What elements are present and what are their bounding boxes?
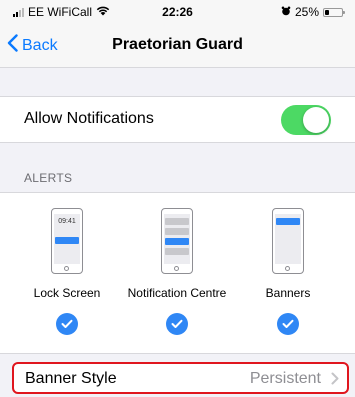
preview-notification (276, 218, 300, 225)
banner-style-value: Persistent (249, 370, 321, 387)
alert-option-lock-screen[interactable]: 09:41 Lock Screen (12, 208, 122, 335)
home-button-icon (174, 266, 179, 271)
allow-notifications-row: Allow Notifications (0, 96, 355, 143)
alert-option-label: Lock Screen (33, 286, 101, 300)
battery-fill (325, 9, 329, 15)
banner-style-row[interactable]: Banner Style Persistent (12, 362, 349, 394)
status-right: 25% (281, 5, 345, 19)
status-bar: EE WiFiCall 22:26 25% (0, 0, 355, 24)
alert-option-label: Notification Centre (127, 286, 227, 300)
notification-settings-screen: EE WiFiCall 22:26 25% Back Praetorian Gu… (0, 0, 355, 397)
banners-preview (272, 208, 304, 274)
alarm-clock-icon (281, 5, 291, 19)
alert-option-notification-centre[interactable]: Notification Centre (122, 208, 232, 335)
checkmark-circle-icon[interactable] (166, 313, 188, 335)
home-button-icon (64, 266, 69, 271)
chevron-right-icon (331, 372, 339, 390)
preview-time: 09:41 (58, 218, 76, 225)
page-title: Praetorian Guard (112, 36, 243, 53)
alerts-section-header: ALERTS (24, 171, 73, 185)
battery-icon (323, 7, 345, 17)
alert-option-banners[interactable]: Banners (233, 208, 343, 335)
banner-style-label: Banner Style (25, 370, 117, 387)
allow-notifications-label: Allow Notifications (24, 110, 154, 127)
battery-percentage: 25% (294, 5, 319, 19)
checkmark-circle-icon[interactable] (56, 313, 78, 335)
alert-option-label: Banners (265, 286, 311, 300)
preview-notification (55, 237, 79, 244)
home-button-icon (285, 266, 290, 271)
lock-screen-preview: 09:41 (51, 208, 83, 274)
notification-centre-preview (161, 208, 193, 274)
navigation-bar: Back Praetorian Guard (0, 24, 355, 68)
allow-notifications-toggle[interactable] (281, 105, 331, 135)
toggle-knob (303, 107, 329, 133)
checkmark-circle-icon[interactable] (277, 313, 299, 335)
preview-notification (165, 238, 189, 245)
